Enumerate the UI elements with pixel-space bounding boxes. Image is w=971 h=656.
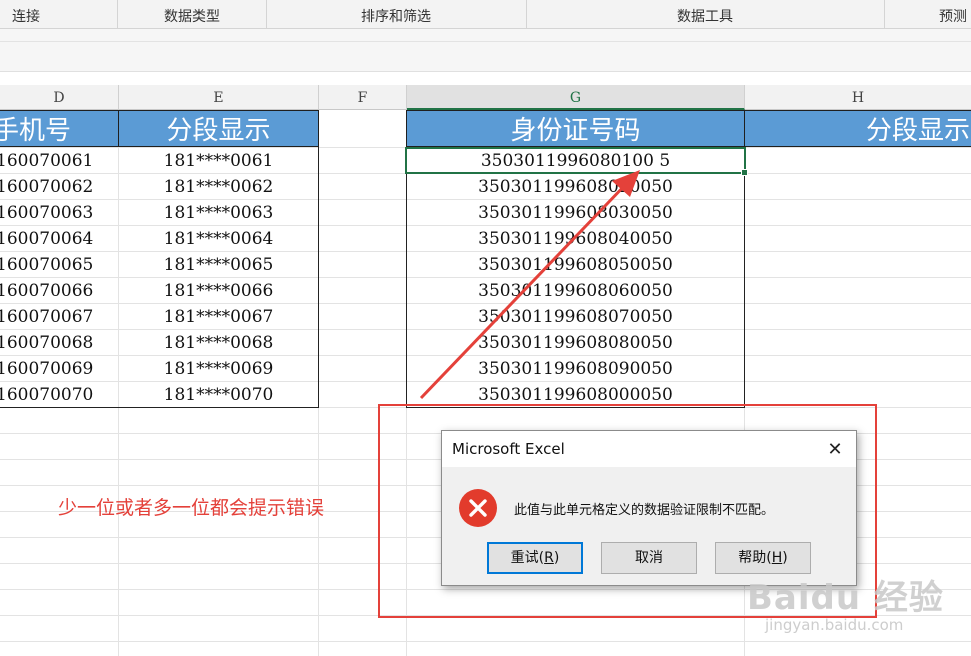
dialog-message: 此值与此单元格定义的数据验证限制不匹配。 — [514, 503, 775, 518]
annotation-note: 少一位或者多一位都会提示错误 — [58, 497, 325, 519]
retry-button[interactable]: 重试(R) — [487, 542, 583, 574]
error-x-icon — [459, 489, 497, 527]
dialog-titlebar[interactable]: Microsoft Excel ✕ — [442, 431, 856, 467]
watermark-url: jingyan.baidu.com — [765, 616, 904, 634]
baidu-watermark: Baidu 经验 jingyan.baidu.com — [745, 570, 971, 656]
watermark-brand: Baidu 经验 — [747, 578, 944, 618]
close-icon[interactable]: ✕ — [822, 437, 848, 461]
cancel-button[interactable]: 取消 — [601, 542, 697, 574]
validation-error-dialog[interactable]: Microsoft Excel ✕ 此值与此单元格定义的数据验证限制不匹配。 重… — [441, 430, 857, 586]
dialog-title: Microsoft Excel — [452, 440, 565, 458]
